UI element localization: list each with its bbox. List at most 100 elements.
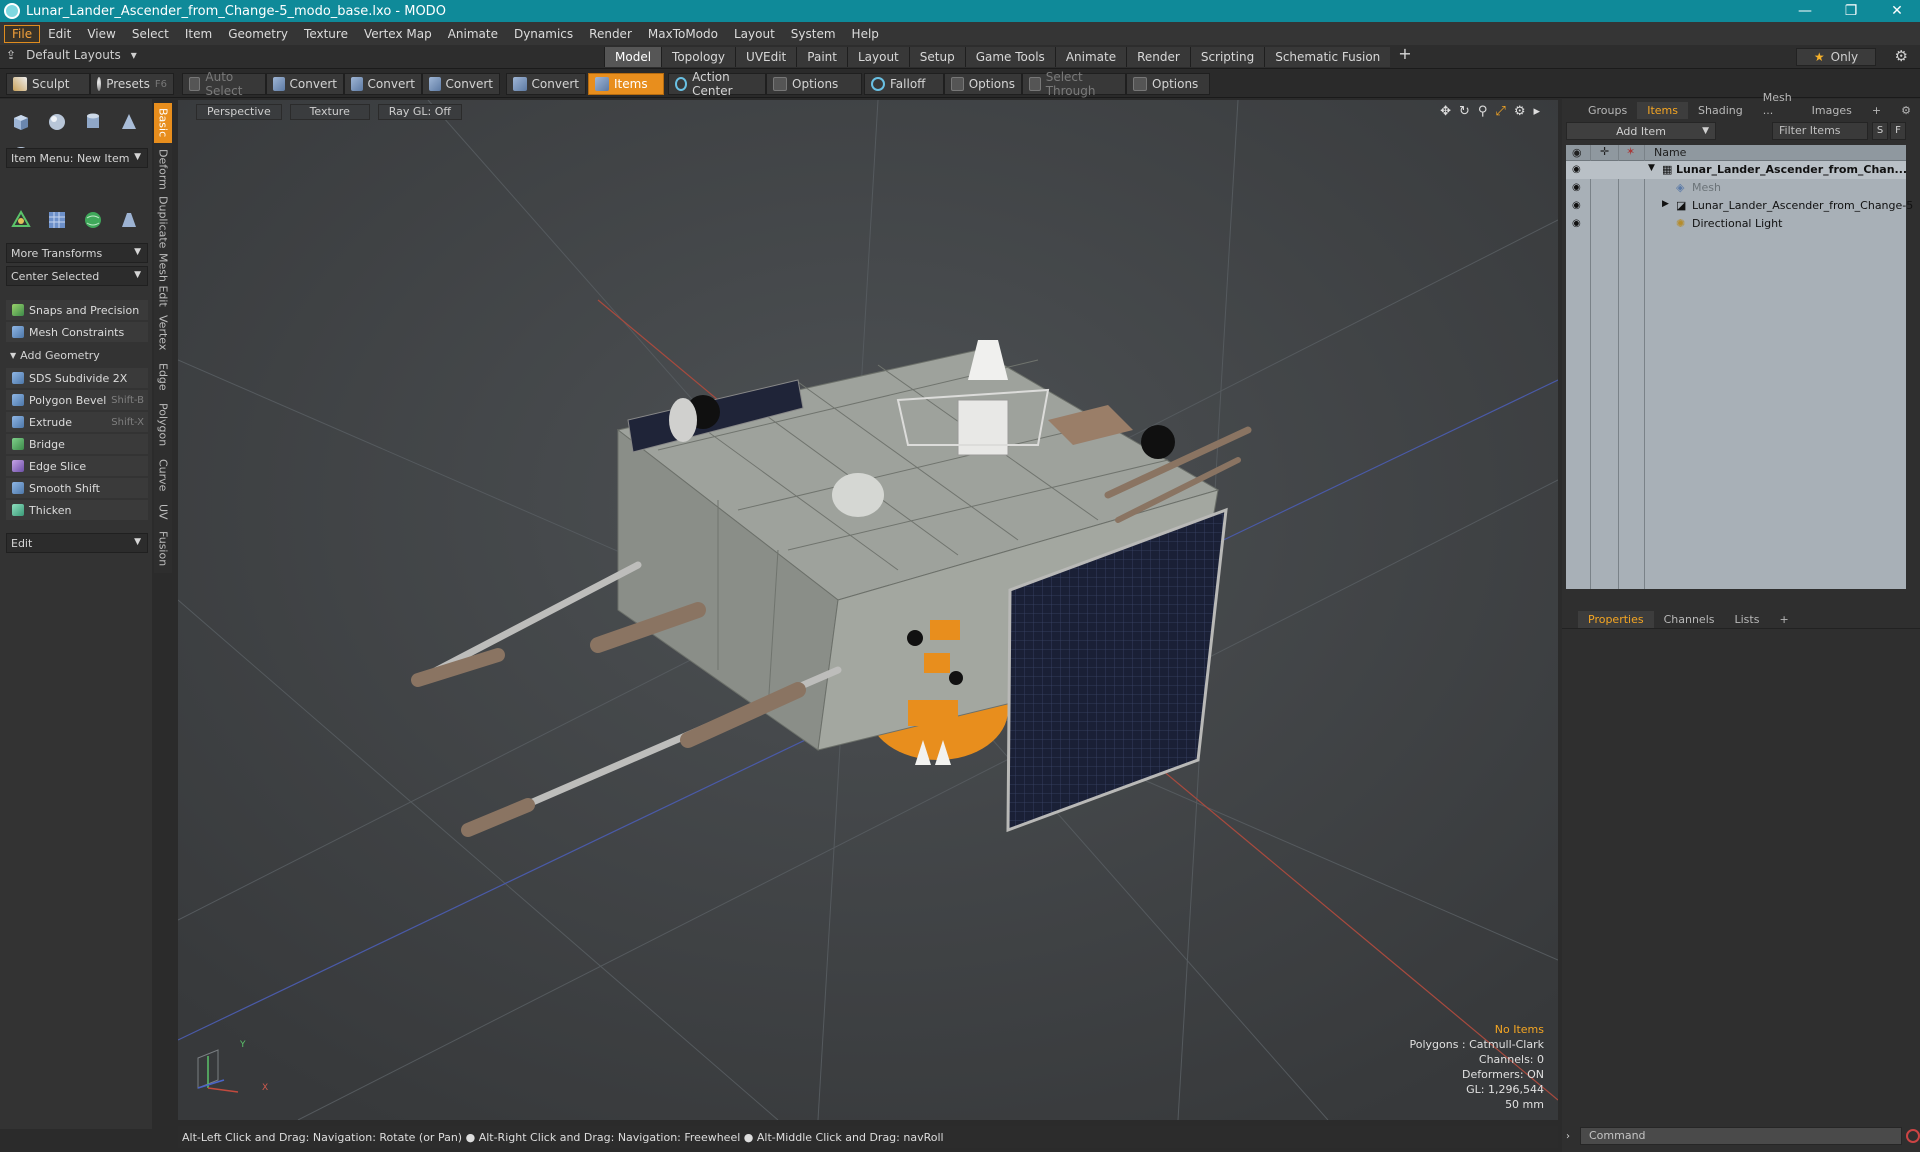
convert-edges-button[interactable]: Convert	[344, 73, 422, 95]
menu-geometry[interactable]: Geometry	[220, 25, 296, 43]
tab-layout[interactable]: Layout	[846, 47, 909, 67]
view-perspective-button[interactable]: Perspective	[196, 104, 282, 120]
tree-row-light[interactable]: ◉ ✺ Directional Light	[1566, 215, 1906, 233]
cube-primitive-icon[interactable]	[6, 107, 35, 136]
pan-icon[interactable]: ✥	[1440, 104, 1451, 119]
minimize-button[interactable]: —	[1782, 0, 1828, 22]
snaps-and-precision-button[interactable]: Snaps and Precision	[6, 300, 148, 320]
tab-lists[interactable]: Lists	[1725, 611, 1770, 628]
visibility-eye-icon[interactable]: ◉	[1572, 164, 1584, 176]
auto-select-button[interactable]: Auto Select	[182, 70, 266, 98]
vtab-basic[interactable]: Basic	[154, 103, 172, 143]
mesh-constraints-button[interactable]: Mesh Constraints	[6, 322, 148, 342]
tab-uvedit[interactable]: UVEdit	[735, 47, 797, 67]
action-center-button[interactable]: Action Center	[668, 70, 766, 98]
vtab-vertex[interactable]: Vertex	[154, 311, 172, 355]
filter-f-button[interactable]: F	[1890, 122, 1906, 140]
vtab-uv[interactable]: UV	[154, 499, 172, 525]
tab-items[interactable]: Items	[1637, 102, 1689, 119]
vtab-fusion[interactable]: Fusion	[154, 529, 172, 569]
edit-dropdown[interactable]: Edit ▼	[6, 533, 148, 553]
tab-topology[interactable]: Topology	[661, 47, 736, 67]
action-center-options-button[interactable]: Options	[766, 73, 862, 95]
gear-icon[interactable]: ⚙	[1895, 47, 1908, 65]
item-menu-dropdown[interactable]: Item Menu: New Item ▼	[6, 148, 148, 168]
tab-paint[interactable]: Paint	[796, 47, 847, 67]
tab-setup[interactable]: Setup	[908, 47, 965, 67]
expand-arrow-icon[interactable]: ▶	[1662, 199, 1669, 209]
menu-layout[interactable]: Layout	[726, 25, 783, 43]
center-selected-dropdown[interactable]: Center Selected ▼	[6, 266, 148, 286]
globe-transform-icon[interactable]	[78, 205, 107, 234]
menu-item[interactable]: Item	[177, 25, 220, 43]
raygl-button[interactable]: Ray GL: Off	[377, 104, 462, 120]
sculpt-button[interactable]: Sculpt	[6, 73, 90, 95]
tool-edge-slice[interactable]: Edge Slice	[6, 456, 148, 476]
tree-row-group[interactable]: ◉ ▶ ◪ Lunar_Lander_Ascender_from_Change-…	[1566, 197, 1913, 215]
only-button[interactable]: ★ Only	[1796, 48, 1876, 66]
vtab-deform[interactable]: Deform	[154, 147, 172, 191]
taper-transform-icon[interactable]	[114, 205, 143, 234]
default-layouts-dropdown[interactable]: ⇪ Default Layouts ▾	[6, 48, 137, 62]
add-item-button[interactable]: Add Item ▼	[1566, 122, 1716, 140]
tool-polygon-bevel[interactable]: Polygon Bevel Shift-B	[6, 390, 148, 410]
rotate-icon[interactable]: ↻	[1459, 104, 1470, 119]
add-tab-icon[interactable]: +	[1390, 46, 1419, 67]
tab-mesh[interactable]: Mesh ...	[1753, 89, 1802, 119]
tab-render[interactable]: Render	[1126, 47, 1190, 67]
menu-render[interactable]: Render	[581, 25, 640, 43]
close-button[interactable]: ✕	[1874, 0, 1920, 22]
tab-game-tools[interactable]: Game Tools	[964, 47, 1055, 67]
zoom-icon[interactable]: ⚲	[1478, 104, 1488, 119]
menu-system[interactable]: System	[783, 25, 844, 43]
vtab-mesh-edit[interactable]: Mesh Edit	[154, 253, 172, 307]
tab-properties[interactable]: Properties	[1578, 611, 1654, 628]
more-transforms-dropdown[interactable]: More Transforms ▼	[6, 243, 148, 263]
menu-select[interactable]: Select	[124, 25, 177, 43]
menu-help[interactable]: Help	[844, 25, 887, 43]
tool-sds-subdivide[interactable]: SDS Subdivide 2X	[6, 368, 148, 388]
falloff-button[interactable]: Falloff	[864, 73, 944, 95]
add-tab-icon[interactable]: +	[1769, 611, 1798, 628]
tab-scripting[interactable]: Scripting	[1189, 47, 1265, 67]
move-transform-icon[interactable]	[6, 205, 35, 234]
menu-dynamics[interactable]: Dynamics	[506, 25, 581, 43]
grid-transform-icon[interactable]	[42, 205, 71, 234]
command-input[interactable]: Command	[1580, 1127, 1902, 1145]
select-options-button[interactable]: Options	[1126, 73, 1210, 95]
visibility-eye-icon[interactable]: ◉	[1572, 182, 1584, 194]
cylinder-primitive-icon[interactable]	[78, 107, 107, 136]
tab-animate[interactable]: Animate	[1054, 47, 1127, 67]
viewport-settings-icon[interactable]: ⚙	[1514, 104, 1526, 119]
tab-schematic-fusion[interactable]: Schematic Fusion	[1264, 47, 1391, 67]
tab-channels[interactable]: Channels	[1654, 611, 1725, 628]
vtab-curve[interactable]: Curve	[154, 455, 172, 495]
tool-extrude[interactable]: Extrude Shift-X	[6, 412, 148, 432]
visibility-eye-icon[interactable]: ◉	[1572, 218, 1584, 230]
tool-thicken[interactable]: Thicken	[6, 500, 148, 520]
menu-view[interactable]: View	[79, 25, 123, 43]
select-through-button[interactable]: Select Through	[1022, 70, 1126, 98]
expand-arrow-icon[interactable]: ▼	[1648, 163, 1655, 173]
falloff-options-button[interactable]: Options	[944, 73, 1022, 95]
vtab-duplicate[interactable]: Duplicate	[154, 195, 172, 249]
add-geometry-section[interactable]: ▼ Add Geometry	[6, 345, 148, 365]
menu-vertex-map[interactable]: Vertex Map	[356, 25, 440, 43]
tab-images[interactable]: Images	[1802, 102, 1862, 119]
convert-vertices-button[interactable]: Convert	[266, 73, 344, 95]
vtab-edge[interactable]: Edge	[154, 359, 172, 395]
viewport-expand-icon[interactable]: ▸	[1533, 104, 1540, 119]
tab-model[interactable]: Model	[604, 47, 662, 67]
items-mode-button[interactable]: Items	[588, 73, 664, 95]
menu-animate[interactable]: Animate	[440, 25, 506, 43]
fit-icon[interactable]: ⤢	[1495, 104, 1505, 119]
convert-materials-button[interactable]: Convert	[506, 73, 586, 95]
menu-maxtomodo[interactable]: MaxToModo	[640, 25, 726, 43]
menu-texture[interactable]: Texture	[296, 25, 356, 43]
3d-viewport[interactable]: Y X Perspective Texture Ray GL: Off ✥ ↻ …	[178, 100, 1558, 1120]
tool-smooth-shift[interactable]: Smooth Shift	[6, 478, 148, 498]
convert-polygons-button[interactable]: Convert	[422, 73, 500, 95]
sphere-primitive-icon[interactable]	[42, 107, 71, 136]
maximize-button[interactable]: ❐	[1828, 0, 1874, 22]
vtab-polygon[interactable]: Polygon	[154, 399, 172, 451]
